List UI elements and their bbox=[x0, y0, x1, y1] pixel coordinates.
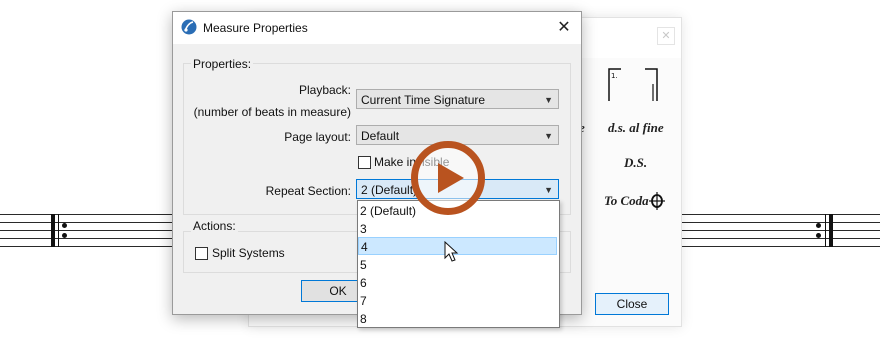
repeat-section-value: 2 (Default) bbox=[361, 183, 418, 197]
ending-bracket-icon[interactable]: 1. bbox=[607, 68, 661, 102]
svg-text:1.: 1. bbox=[611, 72, 618, 80]
dropdown-option[interactable]: 3 bbox=[358, 220, 557, 238]
dropdown-option[interactable]: 7 bbox=[358, 292, 557, 310]
repeat-section-dropdown-list: 2 (Default) 3 4 5 6 7 8 bbox=[357, 200, 560, 328]
page-layout-label: Page layout: bbox=[284, 130, 351, 144]
dropdown-option[interactable]: 6 bbox=[358, 274, 557, 292]
mouse-cursor-icon bbox=[444, 241, 459, 262]
repeat-start-thin-barline bbox=[58, 214, 59, 247]
split-systems-label[interactable]: Split Systems bbox=[212, 246, 285, 260]
repeat-section-label: Repeat Section: bbox=[265, 184, 351, 198]
repeat-dot bbox=[62, 223, 67, 228]
repeat-dot bbox=[816, 223, 821, 228]
playback-value: Current Time Signature bbox=[361, 93, 486, 107]
chevron-down-icon: ▼ bbox=[544, 185, 553, 195]
chevron-down-icon: ▼ bbox=[544, 95, 553, 105]
repeat-end-thick-barline bbox=[829, 214, 833, 247]
coda-icon bbox=[649, 192, 665, 210]
chevron-down-icon: ▼ bbox=[544, 131, 553, 141]
to-coda-item[interactable]: To Coda bbox=[604, 193, 649, 209]
app-logo-icon bbox=[181, 19, 197, 35]
repeat-start-thick-barline bbox=[51, 214, 55, 247]
playback-combobox[interactable]: Current Time Signature ▼ bbox=[356, 89, 559, 109]
ds-al-fine-item[interactable]: d.s. al fine bbox=[608, 120, 664, 136]
dialog-title: Measure Properties bbox=[203, 21, 308, 35]
playback-label: Playback: bbox=[298, 83, 351, 97]
dropdown-option[interactable]: 8 bbox=[358, 310, 557, 328]
repeat-dot bbox=[62, 233, 67, 238]
dialog-titlebar: Measure Properties ✕ bbox=[173, 12, 581, 44]
ds-item[interactable]: D.S. bbox=[624, 155, 647, 171]
actions-group-label: Actions: bbox=[191, 219, 238, 233]
make-invisible-checkbox[interactable] bbox=[358, 156, 371, 169]
palette-close-icon[interactable]: ✕ bbox=[657, 27, 675, 45]
split-systems-checkbox[interactable] bbox=[195, 247, 208, 260]
palette-close-button[interactable]: Close bbox=[595, 293, 669, 315]
to-coda-label: To Coda bbox=[604, 193, 649, 208]
video-play-button[interactable] bbox=[411, 141, 485, 215]
page-layout-value: Default bbox=[361, 129, 400, 143]
properties-group-label: Properties: bbox=[191, 57, 254, 71]
dialog-close-icon[interactable]: ✕ bbox=[555, 18, 573, 36]
play-icon bbox=[438, 163, 464, 193]
repeat-dot bbox=[816, 233, 821, 238]
playback-sublabel: (number of beats in measure) bbox=[193, 105, 351, 119]
repeat-end-thin-barline bbox=[825, 214, 826, 247]
